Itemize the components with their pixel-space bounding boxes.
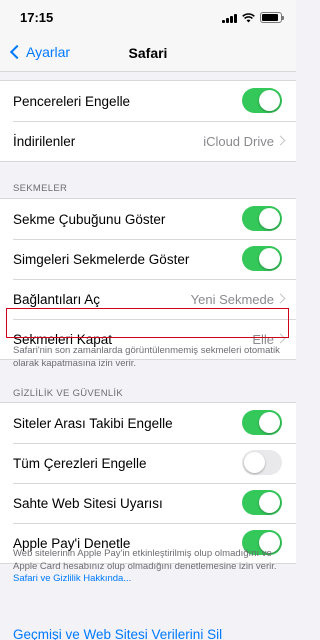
block-popups-row: Pencereleri Engelle (0, 81, 296, 121)
fraudulent-website-warning-toggle[interactable] (242, 490, 282, 515)
show-icons-in-tabs-row: Simgeleri Sekmelerde Göster (0, 239, 296, 279)
privacy-section-footer: Web sitelerinin Apple Pay'in etkinleştir… (13, 548, 285, 586)
downloads-label: İndirilenler (13, 133, 76, 149)
prevent-cross-site-tracking-toggle[interactable] (242, 410, 282, 435)
tabs-settings-group: Sekme Çubuğunu Göster Simgeleri Sekmeler… (0, 198, 296, 360)
show-tab-bar-row: Sekme Çubuğunu Göster (0, 199, 296, 239)
cellular-signal-icon (222, 13, 237, 23)
fraudulent-website-warning-label: Sahte Web Sitesi Uyarısı (13, 495, 163, 511)
open-links-value: Yeni Sekmede (190, 291, 274, 307)
clear-history-button[interactable]: Geçmişi ve Web Sitesi Verilerini Sil (13, 627, 222, 640)
block-popups-label: Pencereleri Engelle (13, 93, 131, 109)
tabs-section-header: SEKMELER (13, 183, 68, 194)
fraudulent-website-warning-row: Sahte Web Sitesi Uyarısı (0, 483, 296, 523)
prevent-cross-site-tracking-label: Siteler Arası Takibi Engelle (13, 415, 173, 431)
privacy-footer-text: Web sitelerinin Apple Pay'in etkinleştir… (13, 548, 277, 572)
status-time: 17:15 (20, 10, 54, 25)
chevron-right-icon (275, 293, 286, 304)
status-icons (222, 12, 284, 23)
show-icons-in-tabs-label: Simgeleri Sekmelerde Göster (13, 251, 190, 267)
chevron-right-icon (275, 135, 286, 146)
status-bar: 17:15 (0, 0, 296, 36)
privacy-settings-group: Siteler Arası Takibi Engelle Tüm Çerezle… (0, 402, 296, 564)
battery-icon (260, 12, 284, 23)
page-title: Safari (128, 45, 168, 61)
privacy-section-header: GİZLİLİK VE GÜVENLİK (13, 388, 124, 399)
wifi-icon (242, 12, 255, 22)
navigation-bar: Ayarlar Safari (0, 36, 296, 72)
downloads-value: iCloud Drive (203, 133, 274, 149)
show-tab-bar-toggle[interactable] (242, 206, 282, 231)
chevron-right-icon (275, 333, 286, 344)
block-popups-toggle[interactable] (242, 88, 282, 113)
downloads-row[interactable]: İndirilenler iCloud Drive (0, 121, 296, 161)
show-icons-in-tabs-toggle[interactable] (242, 246, 282, 271)
open-links-row[interactable]: Bağlantıları Aç Yeni Sekmede (0, 279, 296, 319)
general-settings-group: Pencereleri Engelle İndirilenler iCloud … (0, 80, 296, 162)
prevent-cross-site-tracking-row: Siteler Arası Takibi Engelle (0, 403, 296, 443)
show-tab-bar-label: Sekme Çubuğunu Göster (13, 211, 166, 227)
block-all-cookies-row: Tüm Çerezleri Engelle (0, 443, 296, 483)
block-all-cookies-label: Tüm Çerezleri Engelle (13, 455, 147, 471)
open-links-label: Bağlantıları Aç (13, 291, 101, 307)
tabs-section-footer: Safari'nin son zamanlarda görüntülenmemi… (13, 345, 280, 369)
block-all-cookies-toggle[interactable] (242, 450, 282, 475)
safari-privacy-link[interactable]: Safari ve Gizlilik Hakkında... (13, 573, 131, 584)
